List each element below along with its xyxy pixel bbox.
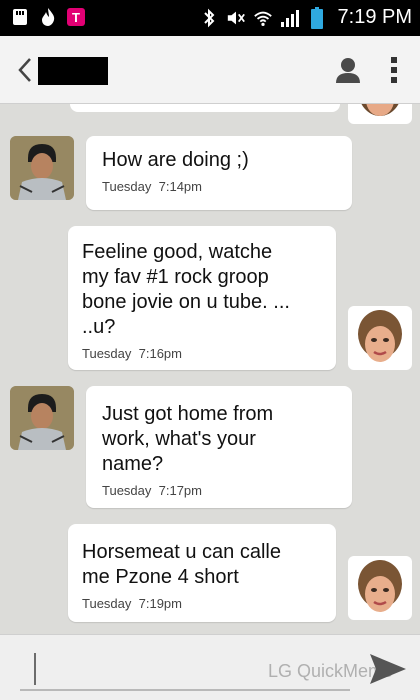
contact-button[interactable]: [332, 54, 364, 86]
conversation-header: [0, 36, 420, 104]
message-timestamp: Tuesday 7:16pm: [82, 346, 336, 361]
flame-icon: [38, 7, 58, 27]
message-day: Tuesday: [102, 179, 152, 194]
message-bubble-received[interactable]: Just got home from work, what's your nam…: [86, 386, 352, 508]
message-text: Just got home from work, what's your nam…: [102, 403, 274, 475]
contact-avatar[interactable]: [10, 386, 74, 450]
person-icon: [336, 58, 360, 83]
message-bubble-received[interactable]: How are doing ;) Tuesday 7:14pm: [86, 136, 352, 210]
send-button[interactable]: [366, 649, 410, 689]
composer-bar: LG QuickMemo: [0, 634, 420, 700]
wifi-icon: [253, 8, 273, 28]
message-time: 7:19pm: [138, 596, 182, 611]
message-text: Feeline good, watche my fav #1 rock groo…: [82, 241, 290, 338]
overflow-menu-button[interactable]: [382, 52, 406, 88]
message-day: Tuesday: [102, 483, 152, 498]
my-avatar[interactable]: [348, 556, 412, 620]
t-mobile-icon: T: [66, 7, 86, 27]
status-bar: T 7:19 PM: [0, 0, 420, 36]
mute-icon: [226, 8, 246, 28]
partial-message-bubble: [70, 104, 340, 112]
clock: 7:19 PM: [337, 6, 412, 28]
message-list[interactable]: How are doing ;) Tuesday 7:14pm Feeline …: [0, 104, 420, 634]
message-timestamp: Tuesday 7:19pm: [82, 596, 336, 611]
message-time: 7:14pm: [158, 179, 202, 194]
svg-text:T: T: [72, 10, 80, 25]
battery-icon: [307, 6, 327, 29]
signal-icon: [280, 8, 300, 28]
message-text: Horsemeat u can calle me Pzone 4 short: [82, 541, 281, 588]
more-vert-icon: [391, 57, 397, 83]
message-day: Tuesday: [82, 346, 132, 361]
status-right: 7:19 PM: [199, 6, 412, 29]
my-avatar[interactable]: [348, 306, 412, 370]
contact-name-redacted: [38, 57, 108, 85]
send-arrow-icon: [370, 654, 406, 684]
message-timestamp: Tuesday 7:17pm: [102, 483, 352, 498]
bluetooth-icon: [199, 8, 219, 28]
chevron-left-icon: [18, 58, 31, 82]
my-avatar-partial: [348, 104, 412, 124]
message-bubble-sent[interactable]: Horsemeat u can calle me Pzone 4 short T…: [68, 524, 336, 622]
message-day: Tuesday: [82, 596, 132, 611]
message-timestamp: Tuesday 7:14pm: [102, 179, 352, 194]
message-text: How are doing ;): [102, 149, 249, 171]
contact-avatar[interactable]: [10, 136, 74, 200]
back-button[interactable]: [10, 54, 40, 86]
status-left: T: [10, 7, 86, 27]
sim-icon: [10, 7, 30, 27]
message-time: 7:17pm: [158, 483, 202, 498]
message-bubble-sent[interactable]: Feeline good, watche my fav #1 rock groo…: [68, 226, 336, 370]
message-time: 7:16pm: [138, 346, 182, 361]
text-caret: [34, 653, 36, 685]
